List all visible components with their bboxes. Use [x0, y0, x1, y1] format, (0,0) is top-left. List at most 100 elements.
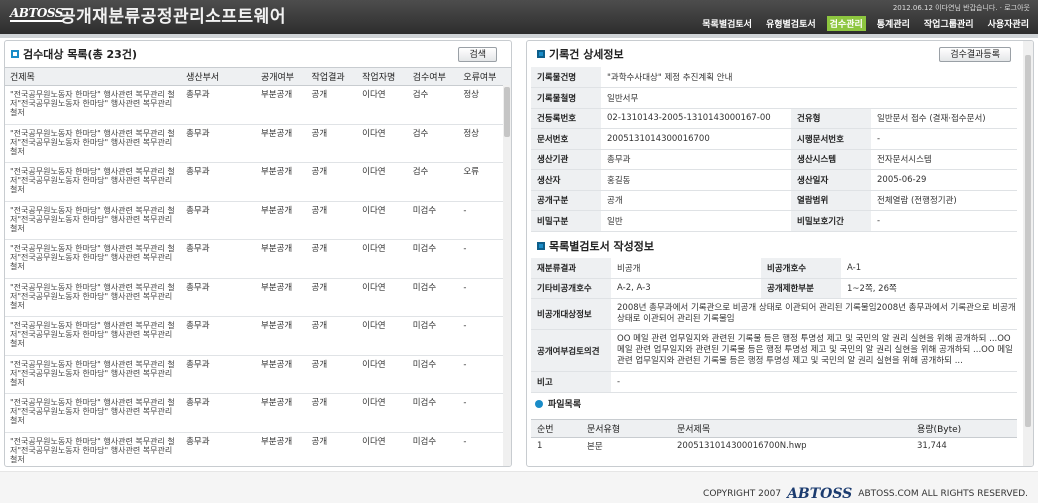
other-no-value: A-2, A-3	[611, 278, 761, 299]
col-header-error[interactable]: 오류여부	[458, 67, 511, 86]
row-worker: 이다연	[357, 278, 408, 317]
search-button[interactable]: 검색	[458, 47, 497, 62]
row-work-result: 공개	[306, 201, 358, 240]
org-value: 총무과	[601, 149, 791, 170]
detail-scrollbar-thumb[interactable]	[1025, 55, 1031, 427]
detail-row: 공개구분 공개 열람범위 전체열람 (전행정기관)	[531, 190, 1018, 211]
row-work-result: 공개	[306, 239, 358, 279]
table-row[interactable]: "전국공무원노동자 한마당" 행사관련 복무관리 철저"전국공무원노동자 한마당…	[5, 239, 511, 279]
row-worker: 이다연	[357, 162, 408, 202]
row-title[interactable]: "전국공무원노동자 한마당" 행사관련 복무관리 철저"전국공무원노동자 한마당…	[5, 201, 182, 240]
row-worker: 이다연	[357, 393, 408, 433]
row-title[interactable]: "전국공무원노동자 한마당" 행사관련 복무관리 철저"전국공무원노동자 한마당…	[5, 432, 182, 466]
copyright: COPYRIGHT 2007 ABTOSS ABTOSS.COM ALL RIG…	[703, 486, 1028, 502]
row-title[interactable]: "전국공무원노동자 한마당" 행사관련 복무관리 철저"전국공무원노동자 한마당…	[5, 124, 182, 163]
non-public-no-label: 비공개호수	[761, 257, 841, 279]
detail-row: 건등록번호 02-1310143-2005-1310143000167-00 건…	[531, 108, 1018, 129]
limit-value: 1~2쪽, 26쪽	[841, 278, 1017, 299]
nav-item-users[interactable]: 사용자관리	[985, 16, 1032, 31]
file-col-type: 문서유형	[581, 418, 671, 438]
record-title-label: 기록물건명	[531, 67, 601, 88]
detail-row: 문서번호 2005131014300016700 시행문서번호 -	[531, 128, 1018, 150]
col-header-title[interactable]: 건제목	[5, 67, 182, 86]
row-title[interactable]: "전국공무원노동자 한마당" 행사관련 복무관리 철저"전국공무원노동자 한마당…	[5, 85, 182, 125]
review-section-header: 목록별검토서 작성정보	[527, 234, 1033, 258]
limit-label: 공개제한부분	[761, 278, 841, 299]
row-title[interactable]: "전국공무원노동자 한마당" 행사관련 복무관리 철저"전국공무원노동자 한마당…	[5, 278, 182, 317]
row-work-result: 공개	[306, 162, 358, 202]
col-header-dept[interactable]: 생산부서	[181, 67, 256, 86]
detail-row: 기록물철명 일반서무	[531, 87, 1018, 109]
nav-item-list-review[interactable]: 목록별검토서	[699, 16, 755, 31]
file-list-header: 파일목록	[527, 393, 1033, 415]
table-row[interactable]: "전국공무원노동자 한마당" 행사관련 복무관리 철저"전국공무원노동자 한마당…	[5, 124, 511, 163]
nav-item-statistics[interactable]: 통계관리	[874, 16, 913, 31]
row-review-status: 미검수	[407, 278, 459, 317]
file-type: 본문	[587, 442, 603, 453]
row-review-status: 미검수	[407, 432, 459, 466]
review-table: 재분류결과 비공개 비공개호수 A-1 기타비공개호수 A-2, A-3 공개제…	[531, 257, 1017, 393]
file-row[interactable]: 1 본문 2005131014300016700N.hwp 31,744	[531, 437, 1017, 455]
row-worker: 이다연	[357, 316, 408, 356]
row-review-status: 검수	[407, 162, 459, 202]
list-panel-title: 검수대상 목록(총 23건)	[23, 48, 137, 61]
exec-no-label: 시행문서번호	[791, 128, 871, 150]
secret-period-value: -	[871, 210, 1018, 232]
user-info[interactable]: 2012.06.12 이다연님 반갑습니다. · 로그아웃	[893, 3, 1030, 13]
page-footer: COPYRIGHT 2007 ABTOSS ABTOSS.COM ALL RIG…	[0, 471, 1038, 503]
col-header-worker[interactable]: 작업자명	[357, 67, 408, 86]
col-header-open[interactable]: 공개여부	[255, 67, 307, 86]
table-row[interactable]: "전국공무원노동자 한마당" 행사관련 복무관리 철저"전국공무원노동자 한마당…	[5, 393, 511, 433]
reason-value: 2008년 총무과에서 기록관으로 비공개 상태로 이관되어 관리된 기록물임2…	[611, 298, 1017, 330]
row-review-status: 검수	[407, 124, 459, 163]
nav-item-workgroup[interactable]: 작업그룹관리	[921, 16, 977, 31]
review-row: 기타비공개호수 A-2, A-3 공개제한부분 1~2쪽, 26쪽	[531, 278, 1017, 299]
row-title[interactable]: "전국공무원노동자 한마당" 행사관련 복무관리 철저"전국공무원노동자 한마당…	[5, 162, 182, 202]
non-public-no-value: A-1	[841, 257, 1017, 279]
inspection-list-panel: 검수대상 목록(총 23건) 검색 건제목 생산부서 공개여부 작업결과 작업자…	[4, 40, 512, 467]
row-review-status: 미검수	[407, 239, 459, 279]
opinion-label: 공개여부검토의견	[531, 329, 611, 372]
date-value: 2005-06-29	[871, 169, 1018, 191]
row-open-status: 부분공개	[255, 355, 307, 394]
row-work-result: 공개	[306, 393, 358, 433]
row-title[interactable]: "전국공무원노동자 한마당" 행사관련 복무관리 철저"전국공무원노동자 한마당…	[5, 393, 182, 433]
row-title[interactable]: "전국공무원노동자 한마당" 행사관련 복무관리 철저"전국공무원노동자 한마당…	[5, 316, 182, 356]
table-row[interactable]: "전국공무원노동자 한마당" 행사관련 복무관리 철저"전국공무원노동자 한마당…	[5, 316, 511, 356]
row-title[interactable]: "전국공무원노동자 한마당" 행사관련 복무관리 철저"전국공무원노동자 한마당…	[5, 239, 182, 279]
table-row[interactable]: "전국공무원노동자 한마당" 행사관련 복무관리 철저"전국공무원노동자 한마당…	[5, 432, 511, 466]
row-dept: 총무과	[181, 162, 256, 202]
file-name-link[interactable]: 2005131014300016700N.hwp	[671, 437, 911, 455]
public-label: 공개구분	[531, 190, 601, 211]
list-scrollbar[interactable]	[503, 85, 511, 466]
register-result-button[interactable]: 검수결과등록	[939, 47, 1011, 62]
col-header-review[interactable]: 검수여부	[407, 67, 459, 86]
type-value: 일반문서 접수 (결재·접수문서)	[871, 108, 1018, 129]
copyright-text: COPYRIGHT 2007	[703, 489, 782, 499]
table-row[interactable]: "전국공무원노동자 한마당" 행사관련 복무관리 철저"전국공무원노동자 한마당…	[5, 278, 511, 317]
file-col-name: 문서제목	[671, 418, 911, 438]
rights-text: ABTOSS.COM ALL RIGHTS RESERVED.	[858, 489, 1028, 499]
row-title[interactable]: "전국공무원노동자 한마당" 행사관련 복무관리 철저"전국공무원노동자 한마당…	[5, 355, 182, 394]
app-logo[interactable]: ABTOSS	[10, 6, 63, 22]
detail-row: 비밀구분 일반 비밀보호기간 -	[531, 210, 1018, 232]
nav-item-type-review[interactable]: 유형별검토서	[763, 16, 819, 31]
row-worker: 이다연	[357, 85, 408, 125]
detail-panel-header: 기록건 상세정보 검수결과등록	[527, 41, 1033, 67]
nav-item-inspection[interactable]: 검수관리	[826, 15, 866, 31]
table-row[interactable]: "전국공무원노동자 한마당" 행사관련 복무관리 철저"전국공무원노동자 한마당…	[5, 162, 511, 202]
table-row[interactable]: "전국공무원노동자 한마당" 행사관련 복무관리 철저"전국공무원노동자 한마당…	[5, 85, 511, 125]
table-row[interactable]: "전국공무원노동자 한마당" 행사관련 복무관리 철저"전국공무원노동자 한마당…	[5, 355, 511, 394]
row-open-status: 부분공개	[255, 124, 307, 163]
row-review-status: 검수	[407, 85, 459, 125]
row-review-status: 미검수	[407, 201, 459, 240]
file-table: 순번 문서유형 문서제목 용량(Byte) 1 본문 2005131014300…	[531, 418, 1017, 456]
col-header-result[interactable]: 작업결과	[306, 67, 358, 86]
square-bullet-icon	[11, 50, 19, 58]
row-dept: 총무과	[181, 278, 256, 317]
table-row[interactable]: "전국공무원노동자 한마당" 행사관련 복무관리 철저"전국공무원노동자 한마당…	[5, 201, 511, 240]
org-label: 생산기관	[531, 149, 601, 170]
row-dept: 총무과	[181, 85, 256, 125]
square-bullet-icon	[537, 50, 545, 58]
list-scrollbar-thumb[interactable]	[504, 87, 510, 137]
